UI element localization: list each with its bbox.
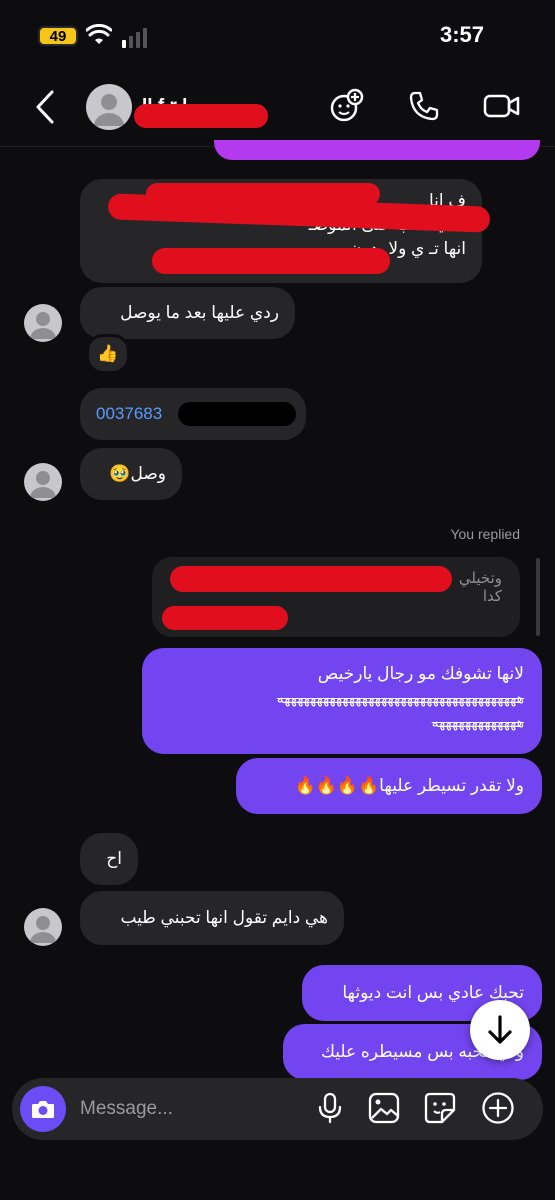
header-avatar[interactable] xyxy=(86,84,132,130)
status-time: 3:57 xyxy=(440,22,485,47)
redaction-mark xyxy=(178,402,296,426)
redaction-mark xyxy=(134,104,268,128)
gallery-icon[interactable] xyxy=(366,1090,402,1126)
redaction-mark xyxy=(170,566,452,592)
message-text: لانها تشوفك مو رجال يارخيص xyxy=(317,664,524,683)
outgoing-message[interactable]: لانها تشوفك مو رجال يارخيص ههههههههههههه… xyxy=(142,648,542,754)
incoming-message[interactable]: اح xyxy=(80,833,138,885)
message-input[interactable]: Message... xyxy=(80,1098,173,1120)
video-call-icon[interactable] xyxy=(482,86,522,126)
incoming-message[interactable]: هي دايم تقول انها تحبني طيب xyxy=(80,891,344,945)
wifi-icon xyxy=(85,23,113,51)
microphone-icon[interactable] xyxy=(312,1090,348,1126)
signal-icon xyxy=(122,28,147,48)
add-effects-icon[interactable] xyxy=(326,86,366,126)
contact-avatar[interactable] xyxy=(24,304,62,342)
back-button[interactable] xyxy=(30,88,60,131)
replied-label: You replied xyxy=(450,526,520,542)
redaction-mark xyxy=(162,606,288,630)
phone-call-icon[interactable] xyxy=(404,86,444,126)
battery-indicator: 49 xyxy=(38,26,78,46)
message-text: انها تـ xyxy=(429,239,466,258)
previous-message-bubble[interactable] xyxy=(214,140,540,160)
contact-avatar[interactable] xyxy=(24,463,62,501)
camera-icon xyxy=(32,1101,54,1118)
message-text: هههههههههههههه xyxy=(431,714,524,730)
add-icon[interactable] xyxy=(480,1090,516,1126)
incoming-message[interactable]: ردي عليها بعد ما يوصل xyxy=(80,287,295,339)
reply-indicator-bar xyxy=(536,558,540,636)
camera-button[interactable] xyxy=(20,1086,66,1132)
arrow-down-icon xyxy=(488,1015,512,1044)
sticker-icon[interactable] xyxy=(422,1090,458,1126)
incoming-message[interactable]: وصل🥹 xyxy=(80,448,182,500)
redaction-mark xyxy=(152,248,390,274)
outgoing-message[interactable]: ولا تقدر تسيطر عليها🔥🔥🔥🔥 xyxy=(236,758,542,814)
scroll-to-bottom-button[interactable] xyxy=(470,1000,530,1060)
reaction-thumbs-up[interactable]: 👍 xyxy=(86,334,130,374)
contact-avatar[interactable] xyxy=(24,908,62,946)
message-text: هههههههههههههههههههههههههههههههههههههه xyxy=(276,690,524,706)
